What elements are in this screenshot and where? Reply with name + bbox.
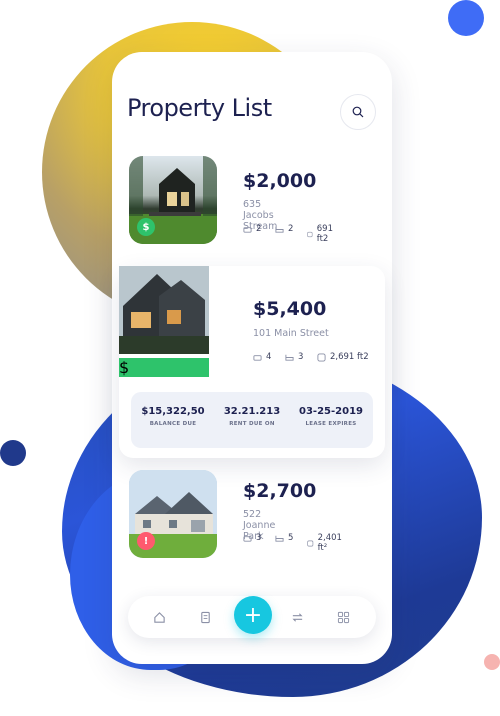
area-value: 2,691 ft2: [330, 352, 369, 362]
balance-due: $15,322,50 BALANCE DUE: [133, 406, 213, 427]
add-button[interactable]: +: [234, 596, 272, 634]
property-photo: $: [119, 266, 209, 377]
area-icon: [307, 540, 314, 546]
baths-feature: 5: [275, 533, 293, 543]
listing-price: $5,400: [253, 298, 327, 320]
beds-count: 3: [256, 533, 262, 543]
nav-menu[interactable]: [334, 608, 352, 626]
beds-count: 2: [256, 224, 262, 234]
rent-due-on: 32.21.213 RENT DUE ON: [212, 406, 292, 427]
pink-dot: [484, 654, 500, 670]
listing-price: $2,700: [243, 480, 317, 502]
baths-count: 2: [288, 224, 294, 234]
area-value: 691 ft2: [316, 224, 333, 244]
balance-due-value: $15,322,50: [141, 406, 205, 417]
warning-icon: !: [137, 532, 155, 550]
house-image: [119, 266, 209, 354]
area-feature: 2,401 ft²: [307, 533, 344, 553]
area-feature: 2,691 ft2: [317, 352, 369, 362]
bath-icon: [285, 354, 294, 361]
rent-due-on-label: RENT DUE ON: [229, 421, 275, 427]
listing-address: 101 Main Street: [253, 328, 329, 339]
bed-icon: [243, 226, 252, 233]
bed-icon: [243, 535, 252, 542]
rent-due-on-value: 32.21.213: [223, 406, 281, 417]
lease-summary: $15,322,50 BALANCE DUE 32.21.213 RENT DU…: [131, 392, 373, 448]
beds-feature: 4: [253, 352, 271, 362]
baths-feature: 3: [285, 352, 303, 362]
grid-icon: [337, 611, 349, 623]
area-value: 2,401 ft²: [317, 533, 342, 553]
area-icon: [307, 231, 313, 237]
status-ok-icon: $: [119, 358, 209, 377]
property-photo: !: [129, 470, 217, 558]
beds-feature: 3: [243, 533, 261, 543]
swap-icon: [291, 612, 303, 622]
baths-count: 3: [298, 352, 304, 362]
nav-transfers[interactable]: [288, 608, 306, 626]
bath-icon: [275, 535, 284, 542]
search-icon: [352, 106, 364, 118]
lease-expires-value: 03-25-2019: [299, 406, 363, 417]
baths-feature: 2: [275, 224, 293, 234]
balance-due-label: BALANCE DUE: [149, 421, 197, 427]
beds-feature: 2: [243, 224, 261, 234]
nav-documents[interactable]: [196, 608, 214, 626]
page-title: Property List: [127, 94, 272, 122]
area-icon: [317, 352, 326, 362]
search-button[interactable]: [340, 94, 376, 130]
home-icon: [153, 611, 165, 623]
listing-price: $2,000: [243, 170, 317, 192]
nav-home[interactable]: [150, 608, 168, 626]
lease-expires: 03-25-2019 LEASE EXPIRES: [291, 406, 371, 427]
beds-count: 4: [266, 352, 272, 362]
bottom-nav: +: [128, 596, 376, 638]
area-feature: 691 ft2: [307, 224, 336, 244]
document-icon: [200, 611, 210, 623]
phone-screen: Property List $ $2,000 635 Jacobs Stream…: [112, 52, 392, 664]
bath-icon: [275, 226, 284, 233]
lease-expires-label: LEASE EXPIRES: [305, 421, 357, 427]
baths-count: 5: [288, 533, 294, 543]
navy-dot: [0, 440, 26, 466]
listing-card-expanded[interactable]: $ $5,400 101 Main Street 4 3 2,691 ft2 $…: [119, 266, 385, 458]
bed-icon: [253, 354, 262, 361]
status-ok-icon: $: [137, 218, 155, 236]
property-photo: $: [129, 156, 217, 244]
blue-dot: [448, 0, 484, 36]
